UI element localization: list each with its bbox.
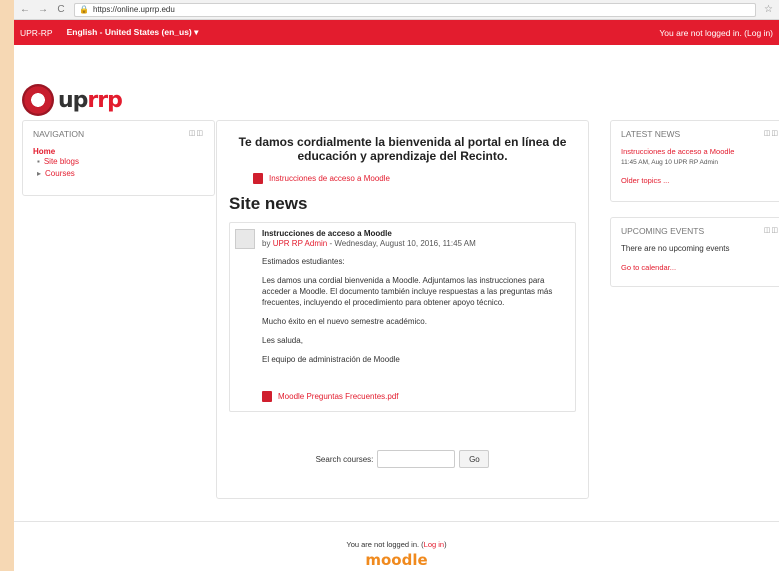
upcoming-events-block: UPCOMING EVENTS ◫◫ There are no upcoming… — [610, 217, 779, 287]
no-events-text: There are no upcoming events — [621, 244, 730, 253]
post-author-link[interactable]: UPR RP Admin — [273, 239, 328, 248]
language-menu[interactable]: English - United States (en_us) ▾ — [67, 27, 199, 38]
moodle-logo[interactable]: moodle — [14, 551, 779, 569]
uprrp-logo[interactable]: uprrp — [22, 84, 123, 116]
navigation-title: NAVIGATION — [33, 129, 85, 139]
footer-login-prefix: You are not logged in. ( — [346, 540, 424, 549]
expand-arrow-icon: ▸ — [37, 169, 42, 178]
block-dock-icon[interactable]: ◫◫ — [189, 129, 204, 139]
post-paragraph: Estimados estudiantes: — [262, 257, 345, 266]
post-paragraph: Les saluda, — [262, 336, 303, 345]
block-dock-icon[interactable]: ◫◫ — [764, 129, 779, 139]
search-courses-input[interactable] — [377, 450, 456, 468]
post-paragraph: Mucho éxito en el nuevo semestre académi… — [262, 317, 427, 326]
nav-home-link[interactable]: Home — [33, 147, 204, 156]
browser-window: ← → C 🔒 https://online.uprrp.edu ☆ UPR-R… — [14, 0, 779, 571]
course-search: Search courses: Go — [217, 450, 588, 468]
post-subject: Instrucciones de acceso a Moodle — [262, 229, 392, 238]
latest-news-header: LATEST NEWS ◫◫ — [621, 129, 779, 139]
address-bar[interactable]: 🔒 https://online.uprrp.edu — [74, 2, 757, 17]
bookmark-star-icon[interactable]: ☆ — [764, 4, 773, 15]
post-paragraph: El equipo de administración de Moodle — [262, 355, 400, 364]
attachment-label: Moodle Preguntas Frecuentes.pdf — [278, 392, 399, 401]
browser-toolbar: ← → C 🔒 https://online.uprrp.edu ☆ — [14, 0, 779, 20]
login-status[interactable]: You are not logged in. (Log in) — [659, 28, 773, 38]
site-news-heading: Site news — [229, 194, 308, 213]
go-to-calendar-link[interactable]: Go to calendar... — [621, 263, 779, 272]
older-topics-link[interactable]: Older topics ... — [621, 176, 779, 185]
latest-news-meta: 11:45 AM, Aug 10 UPR RP Admin — [621, 159, 718, 166]
access-instructions-link[interactable]: Instrucciones de acceso a Moodle — [253, 173, 576, 184]
navigation-block: NAVIGATION ◫◫ Home ▪ Site blogs ▸ Courses — [22, 120, 215, 196]
reload-icon[interactable]: C — [56, 4, 66, 15]
news-post: Instrucciones de acceso a Moodle by UPR … — [229, 222, 576, 412]
welcome-heading: Te damos cordialmente la bienvenida al p… — [238, 135, 567, 163]
byline-prefix: by — [262, 239, 271, 248]
pdf-icon — [262, 391, 272, 402]
footer-login-suffix: ) — [444, 540, 447, 549]
post-date: - Wednesday, August 10, 2016, 11:45 AM — [327, 239, 476, 248]
nav-item-courses[interactable]: ▸ Courses — [37, 168, 204, 180]
logo-wordmark: uprrp — [58, 87, 123, 113]
upcoming-events-title: UPCOMING EVENTS — [621, 226, 705, 236]
url-text: https://online.uprrp.edu — [92, 5, 175, 14]
pdf-icon — [253, 173, 263, 184]
bullet-icon: ▪ — [37, 157, 40, 166]
post-byline: by UPR RP Admin - Wednesday, August 10, … — [262, 239, 567, 248]
latest-news-title: LATEST NEWS — [621, 129, 681, 139]
university-seal-icon — [22, 84, 54, 116]
avatar — [235, 229, 255, 249]
post-attachment-link[interactable]: Moodle Preguntas Frecuentes.pdf — [262, 391, 567, 402]
post-paragraph: Les damos una cordial bienvenida a Moodl… — [262, 276, 553, 307]
block-dock-icon[interactable]: ◫◫ — [764, 226, 779, 236]
logo-word-left: up — [58, 87, 88, 113]
nav-item-site-blogs[interactable]: ▪ Site blogs — [37, 156, 204, 168]
lock-icon: 🔒 — [79, 5, 89, 14]
latest-news-link[interactable]: Instrucciones de acceso a Moodle — [621, 147, 779, 156]
logo-word-right: rrp — [87, 87, 122, 113]
latest-news-block: LATEST NEWS ◫◫ Instrucciones de acceso a… — [610, 120, 779, 202]
site-brand-link[interactable]: UPR-RP — [20, 28, 53, 38]
forward-icon[interactable]: → — [38, 4, 48, 15]
nav-item-label: Courses — [45, 169, 75, 178]
nav-item-label: Site blogs — [43, 157, 79, 166]
navigation-header: NAVIGATION ◫◫ — [33, 129, 204, 139]
main-content: Te damos cordialmente la bienvenida al p… — [216, 120, 589, 499]
page-footer: You are not logged in. (Log in) moodle — [14, 521, 779, 569]
access-link-label: Instrucciones de acceso a Moodle — [269, 174, 390, 183]
upcoming-events-header: UPCOMING EVENTS ◫◫ — [621, 226, 779, 236]
search-go-button[interactable]: Go — [459, 450, 490, 468]
footer-login-status: You are not logged in. (Log in) — [14, 540, 779, 549]
back-icon[interactable]: ← — [20, 4, 30, 15]
search-label: Search courses: — [315, 454, 374, 464]
footer-login-link[interactable]: Log in — [424, 540, 444, 549]
site-top-bar: UPR-RP English - United States (en_us) ▾… — [14, 20, 779, 45]
